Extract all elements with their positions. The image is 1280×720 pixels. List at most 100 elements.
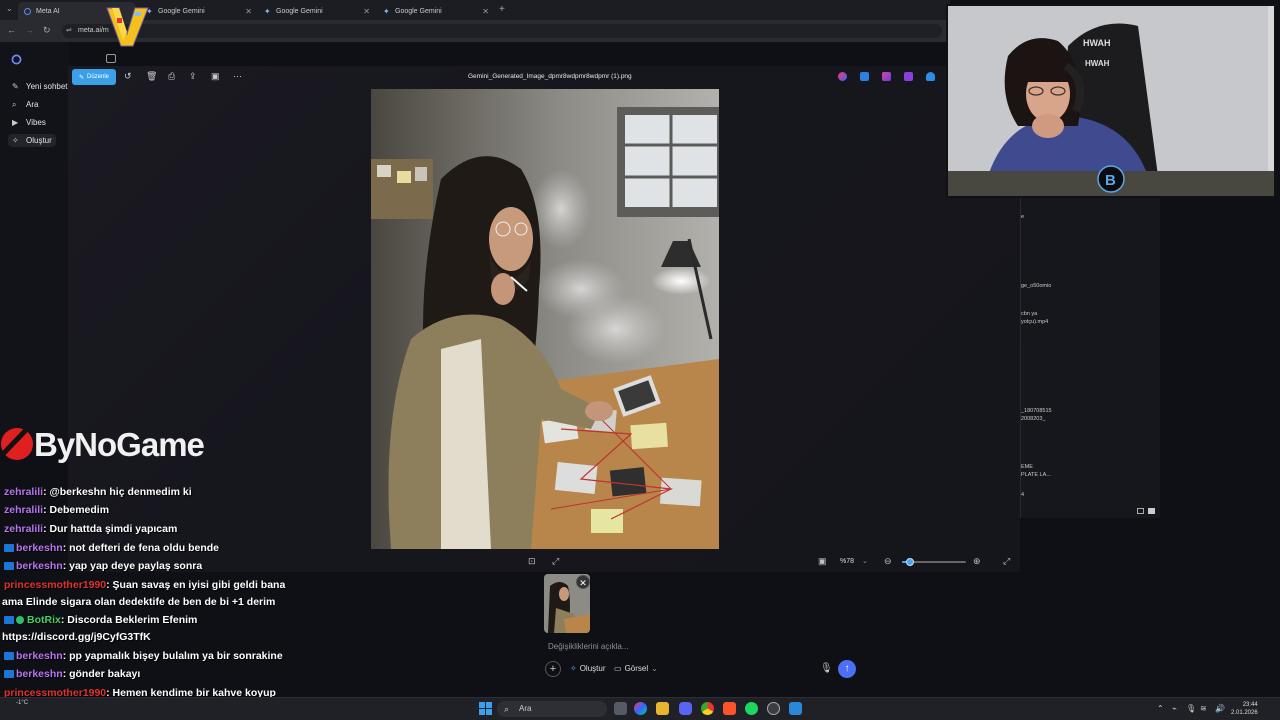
windows-start-icon[interactable] — [479, 702, 492, 715]
copilot-icon[interactable] — [838, 72, 847, 81]
share-icon[interactable]: ⇪ — [189, 71, 197, 82]
file-item[interactable]: cbn ya — [1021, 311, 1037, 317]
chat-username: berkeshn — [16, 668, 63, 680]
copilot-icon[interactable] — [634, 702, 647, 715]
more-icon[interactable]: ⋯ — [233, 71, 242, 82]
tab-label: Meta AI — [36, 7, 60, 15]
sub-badge-icon — [4, 562, 14, 570]
remove-attachment-button[interactable]: ✕ — [576, 575, 590, 589]
print-icon[interactable]: ⎙ — [168, 71, 175, 82]
image-mode-chip[interactable]: ▭ Görsel ⌄ — [614, 664, 658, 673]
chat-message: https://discord.gg/j9CyfG3TfK — [2, 631, 151, 643]
taskbar-search[interactable]: ⌕ Ara — [497, 701, 607, 717]
actual-size-icon[interactable]: ⤢ — [552, 556, 559, 567]
sidebar-item-create[interactable]: ✧ Oluştur — [8, 134, 56, 147]
zoom-dropdown[interactable]: %78 ⌄ — [840, 557, 868, 565]
wifi-icon[interactable]: ≋ — [1200, 704, 1207, 713]
forward-icon[interactable]: → — [25, 25, 34, 35]
svg-text:HWAH: HWAH — [1083, 38, 1111, 48]
tab-gemini-2[interactable]: ✦ Google Gemini ✕ — [258, 2, 374, 20]
logo-text: ByNoGame — [34, 426, 205, 463]
file-explorer-icon[interactable] — [656, 702, 669, 715]
close-icon[interactable]: ✕ — [245, 7, 252, 16]
volume-icon[interactable]: 🔊 — [1215, 704, 1225, 713]
photos-edit-icon[interactable] — [904, 72, 913, 81]
create-chip-label: Oluştur — [579, 664, 606, 673]
viewer-toolbar: ✎ Düzenle ↺ 🗑 ⎙ ⇪ ▣ ⋯ Gemini_Generated_I… — [68, 66, 1020, 88]
zoom-slider[interactable] — [902, 558, 966, 566]
chat-text: : gönder bakayı — [62, 668, 141, 680]
file-name: Gemini_Generated_Image_dpmr8wdpmr8wdpmr … — [468, 73, 632, 80]
clipchamp-icon[interactable] — [882, 72, 891, 81]
file-item[interactable]: 2008203_ — [1021, 416, 1045, 422]
zoom-in-icon[interactable]: ⊕ — [973, 556, 981, 567]
chevron-up-icon[interactable]: ⌃ — [1157, 704, 1164, 713]
sidebar-item-search[interactable]: ⌕ Ara — [12, 100, 38, 109]
system-clock[interactable]: 23:44 2.01.2026 — [1231, 701, 1258, 717]
webcam-overlay: HWAH HWAH B — [946, 4, 1276, 198]
file-item[interactable]: yotçu).mp4 — [1021, 319, 1048, 325]
obs-icon[interactable] — [767, 702, 780, 715]
send-button[interactable]: ↑ — [838, 660, 856, 678]
meta-ai-logo-icon[interactable] — [11, 54, 22, 65]
sidebar-item-new-chat[interactable]: ✎ Yeni sohbet — [12, 82, 68, 91]
file-item[interactable]: PLATE LA... — [1021, 472, 1051, 478]
image-chip-label: Görsel — [624, 664, 649, 673]
file-item[interactable]: 4 — [1021, 492, 1024, 498]
designer-icon[interactable] — [860, 72, 869, 81]
slideshow-icon[interactable]: ▣ — [211, 71, 220, 82]
search-icon: ⌕ — [12, 100, 17, 109]
windows-taskbar: -1°C ⌕ Ara ⌃ ⌁ 🎙 ≋ 🔊 23:44 2.01.2026 — [0, 697, 1280, 720]
file-item[interactable]: ge_o50omio — [1021, 283, 1051, 289]
discord-icon[interactable] — [679, 702, 692, 715]
sidebar-item-label: Yeni sohbet — [26, 82, 68, 91]
tab-menu-icon[interactable]: ⌄ — [6, 4, 13, 13]
sidebar-toggle-icon[interactable] — [106, 54, 116, 63]
delete-icon[interactable]: 🗑 — [146, 71, 157, 82]
edit-button[interactable]: ✎ Düzenle — [72, 69, 116, 85]
rotate-icon[interactable]: ↺ — [124, 71, 132, 82]
tiles-view-icon[interactable] — [1148, 508, 1155, 514]
fit-icon[interactable]: ⊡ — [528, 556, 536, 567]
url-field[interactable]: ⇌ meta.ai/m — [62, 24, 942, 38]
file-item[interactable]: EME — [1021, 464, 1033, 470]
chat-link[interactable]: https://discord.gg/j9CyfG3TfK — [2, 631, 151, 643]
weather-widget[interactable]: -1°C — [16, 700, 28, 706]
details-view-icon[interactable] — [1137, 508, 1144, 514]
composer-input[interactable]: Değişikliklerini açıkla... — [548, 642, 628, 651]
close-icon[interactable]: ✕ — [363, 7, 370, 16]
file-item[interactable]: e — [1021, 214, 1024, 220]
onedrive-icon[interactable] — [926, 72, 935, 81]
chat-message: zehralili: Dur hattda şimdi yapıcam — [4, 523, 177, 535]
zoom-out-icon[interactable]: ⊖ — [884, 556, 892, 567]
site-info-icon[interactable]: ⇌ — [66, 24, 72, 38]
file-item[interactable]: _180708515 — [1021, 408, 1052, 414]
spotify-icon[interactable] — [745, 702, 758, 715]
fullscreen-icon[interactable]: ⤢ — [1003, 556, 1010, 567]
create-chip[interactable]: ✧ Oluştur — [570, 664, 606, 673]
back-icon[interactable]: ← — [7, 25, 16, 35]
chrome-icon[interactable] — [701, 702, 714, 715]
sidebar-item-vibes[interactable]: ▶ Vibes — [12, 118, 46, 127]
edit-button-label: Düzenle — [87, 74, 110, 80]
chat-username: berkeshn — [16, 650, 63, 662]
close-icon[interactable]: ✕ — [482, 7, 489, 16]
tab-label: Google Gemini — [276, 7, 323, 15]
tab-label: Google Gemini — [158, 7, 205, 15]
reload-icon[interactable]: ↻ — [43, 25, 51, 36]
tab-gemini-3[interactable]: ✦ Google Gemini ✕ — [377, 2, 493, 20]
new-tab-button[interactable]: + — [499, 4, 505, 15]
photos-icon[interactable] — [789, 702, 802, 715]
zoom-slider-handle[interactable] — [905, 558, 914, 566]
task-view-icon[interactable] — [614, 702, 627, 715]
brave-icon[interactable] — [723, 702, 736, 715]
chat-username: berkeshn — [16, 542, 63, 554]
streamer-camera-image: HWAH HWAH B — [948, 6, 1274, 196]
network-icon[interactable]: ⌁ — [1172, 704, 1177, 713]
tab-gemini-1[interactable]: ✦ Google Gemini ✕ — [140, 2, 256, 20]
screenshot-icon[interactable]: ▣ — [818, 556, 827, 567]
mic-tray-icon[interactable]: 🎙 — [1186, 704, 1196, 713]
microphone-icon[interactable]: 🎙 — [820, 663, 833, 674]
add-button[interactable]: + — [545, 661, 561, 677]
edit-icon: ✎ — [78, 74, 84, 81]
